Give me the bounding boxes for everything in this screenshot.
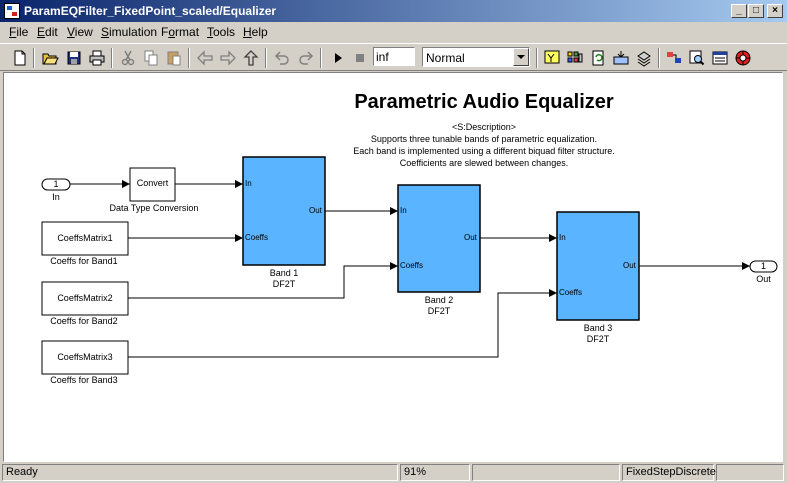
status-bar: Ready 91% FixedStepDiscrete [0, 463, 787, 483]
menu-help[interactable]: Help [243, 25, 268, 39]
band3-coeffs-port: Coeffs [559, 288, 582, 297]
menu-file[interactable]: File [9, 25, 28, 39]
toolbar-separator [265, 48, 267, 68]
build-icon[interactable] [542, 48, 562, 68]
band1-coeffs-port: Coeffs [245, 233, 268, 242]
model-canvas[interactable]: Parametric Audio Equalizer <S:Descriptio… [3, 72, 783, 462]
band2-coeffs-port: Coeffs [400, 261, 423, 270]
copy-icon[interactable] [141, 48, 161, 68]
title-bar[interactable]: ParamEQFilter_FixedPoint_scaled/Equalize… [0, 0, 787, 22]
menu-bar: File Edit View Simulation Format Tools H… [0, 22, 787, 41]
close-button[interactable]: × [767, 4, 783, 18]
coeffs3-label: Coeffs for Band3 [50, 375, 118, 385]
description-line: Supports three tunable bands of parametr… [370, 134, 598, 144]
library-icon[interactable] [565, 48, 585, 68]
stop-time-input[interactable] [373, 47, 415, 66]
inport-label: In [52, 192, 60, 202]
status-empty-cell [472, 464, 620, 481]
model-explorer-icon[interactable] [634, 48, 654, 68]
solver-name: FixedStepDiscrete [622, 464, 716, 481]
band2-in-port: In [400, 206, 407, 215]
band2-type: DF2T [427, 306, 451, 316]
start-icon[interactable] [328, 48, 348, 68]
toolbar-separator [536, 48, 538, 68]
explorer-icon[interactable] [664, 48, 684, 68]
convert-label: Data Type Conversion [109, 203, 199, 213]
menu-format[interactable]: Format [161, 25, 199, 39]
description-line: Coefficients are slewed between changes. [399, 158, 569, 168]
zoom-level: 91% [400, 464, 470, 481]
band3-out-port: Out [623, 261, 636, 270]
simulation-mode-value: Normal [426, 51, 465, 65]
new-file-icon[interactable] [10, 48, 30, 68]
coeffs3-text: CoeffsMatrix3 [57, 352, 113, 362]
status-empty-cell [716, 464, 784, 481]
redo-icon[interactable] [296, 48, 316, 68]
toolbar-separator [188, 48, 190, 68]
scope-icon[interactable] [710, 48, 730, 68]
debug-icon[interactable] [611, 48, 631, 68]
stop-icon[interactable] [350, 48, 370, 68]
band1-label: Band 1 [269, 268, 299, 278]
dropdown-arrow-icon[interactable] [513, 48, 529, 66]
band1-in-port: In [245, 179, 252, 188]
simulation-mode-select[interactable]: Normal [422, 47, 530, 67]
menu-edit[interactable]: Edit [37, 25, 58, 39]
band3-type: DF2T [586, 334, 610, 344]
toolbar-separator [658, 48, 660, 68]
signal-line[interactable] [128, 289, 557, 358]
band1-type: DF2T [272, 279, 296, 289]
simulink-app-icon[interactable] [4, 3, 20, 19]
outport-label: Out [756, 274, 771, 284]
band3-label: Band 3 [583, 323, 613, 333]
menu-view[interactable]: View [67, 25, 93, 39]
toolbar-separator [111, 48, 113, 68]
paste-icon[interactable] [164, 48, 184, 68]
coeffs2-label: Coeffs for Band2 [50, 316, 118, 326]
coeffs1-label: Coeffs for Band1 [50, 256, 118, 266]
status-text: Ready [2, 464, 398, 481]
inport-number: 1 [53, 179, 59, 189]
diagram-title: Parametric Audio Equalizer [354, 91, 614, 113]
undo-icon[interactable] [272, 48, 292, 68]
band2-label: Band 2 [424, 295, 454, 305]
forward-icon[interactable] [218, 48, 238, 68]
minimize-button[interactable]: _ [731, 4, 747, 18]
coeffs2-text: CoeffsMatrix2 [57, 293, 113, 303]
print-icon[interactable] [87, 48, 107, 68]
inspect-icon[interactable] [687, 48, 707, 68]
menu-tools[interactable]: Tools [207, 25, 235, 39]
description-line: Each band is implemented using a differe… [353, 146, 615, 156]
outport-number: 1 [760, 261, 766, 271]
convert-text: Convert [136, 178, 169, 188]
window-title: ParamEQFilter_FixedPoint_scaled/Equalize… [24, 4, 277, 18]
simulink-window: ParamEQFilter_FixedPoint_scaled/Equalize… [0, 0, 787, 483]
open-folder-icon[interactable] [40, 48, 60, 68]
up-icon[interactable] [241, 48, 261, 68]
settings-icon[interactable] [733, 48, 753, 68]
cut-icon[interactable] [118, 48, 138, 68]
update-icon[interactable] [588, 48, 608, 68]
toolbar-separator [320, 48, 322, 68]
band1-out-port: Out [309, 206, 322, 215]
maximize-button[interactable]: □ [748, 4, 764, 18]
back-icon[interactable] [195, 48, 215, 68]
coeffs1-text: CoeffsMatrix1 [57, 233, 113, 243]
description-tag: <S:Description> [451, 122, 517, 132]
band3-in-port: In [559, 233, 566, 242]
menu-simulation[interactable]: Simulation [101, 25, 157, 39]
save-icon[interactable] [64, 48, 84, 68]
band2-out-port: Out [464, 233, 477, 242]
toolbar-separator [33, 48, 35, 68]
